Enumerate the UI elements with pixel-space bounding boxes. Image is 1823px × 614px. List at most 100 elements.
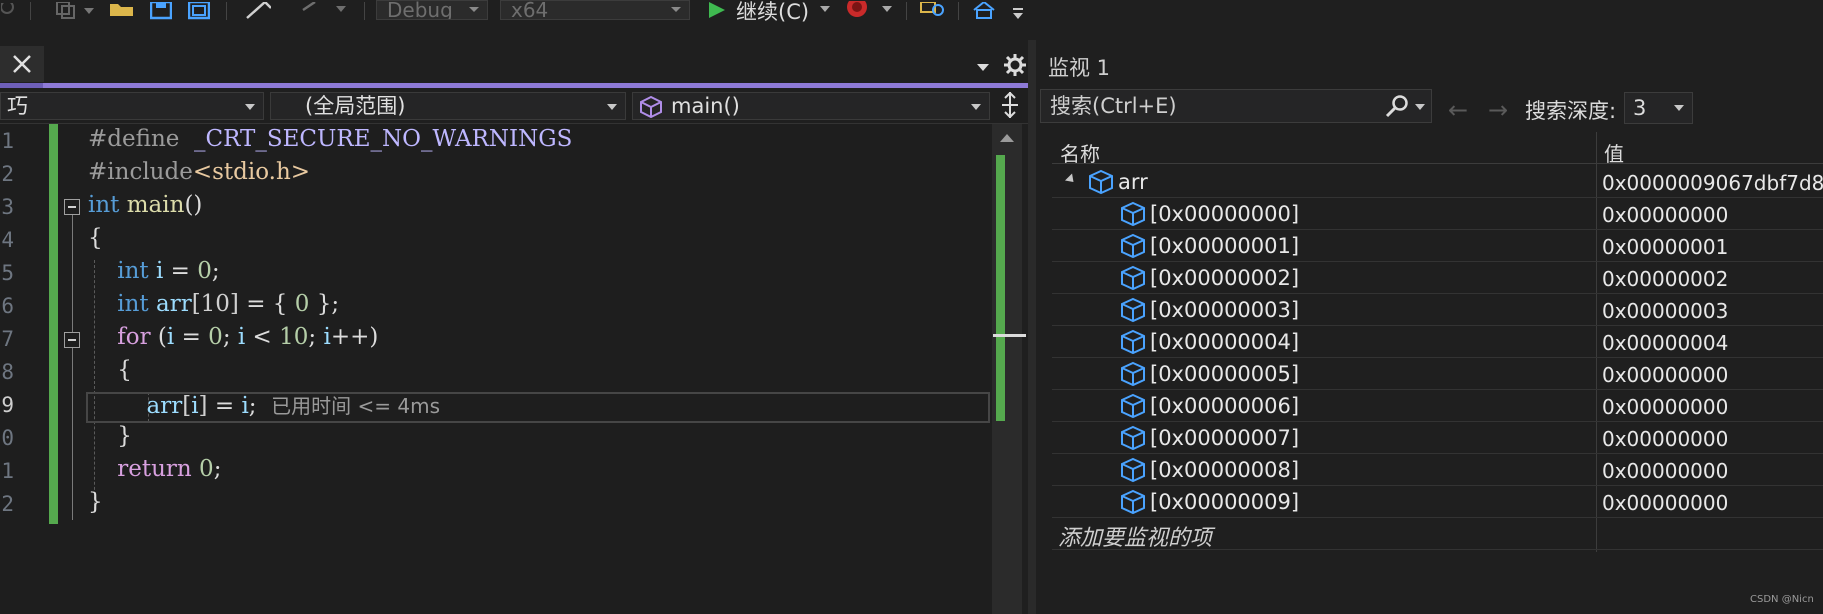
- home-icon[interactable]: [970, 0, 1000, 22]
- variable: arr: [155, 291, 192, 317]
- hot-reload-dropdown-icon[interactable]: [880, 0, 894, 22]
- watch-panel-title: 监视 1: [1048, 56, 1111, 80]
- variable-cube-icon: [1121, 425, 1145, 451]
- collapse-toggle[interactable]: [64, 199, 80, 215]
- punctuation: ;: [211, 258, 220, 284]
- solution-platform-value: x64: [511, 0, 549, 20]
- redo-arrow-icon[interactable]: [300, 0, 330, 22]
- tab-list-dropdown-button[interactable]: [975, 58, 995, 78]
- continue-button-label[interactable]: 继续(C): [736, 0, 809, 26]
- chevron-down-icon: [245, 104, 255, 110]
- search-previous-arrow-icon[interactable]: ←: [1448, 96, 1468, 124]
- line-number: 4: [1, 228, 14, 252]
- preprocessor-directive: #include: [88, 159, 193, 185]
- line-number: 1: [1, 459, 14, 483]
- operator: =: [207, 393, 242, 419]
- watch-item-value[interactable]: 0x00000003: [1602, 299, 1728, 323]
- new-item-dropdown-icon[interactable]: [82, 0, 96, 22]
- variable: arr: [146, 393, 183, 419]
- watch-root-name: arr: [1118, 170, 1148, 194]
- watch-grid-header: [1052, 132, 1823, 164]
- operator: =: [174, 324, 209, 350]
- member-dropdown-value: main(): [671, 94, 740, 118]
- add-watch-item-placeholder[interactable]: 添加要监视的项: [1058, 520, 1212, 552]
- undo-icon[interactable]: [0, 0, 18, 22]
- save-all-icon[interactable]: [186, 0, 212, 22]
- close-tab-button[interactable]: [0, 46, 44, 82]
- number-literal: 0: [294, 291, 310, 317]
- redo-dropdown-icon[interactable]: [334, 0, 348, 22]
- line-number: 8: [1, 360, 14, 384]
- search-icon[interactable]: [1384, 94, 1414, 120]
- watch-root-value[interactable]: 0x0000009067dbf7d8: [1602, 171, 1823, 195]
- line-number: 7: [1, 327, 14, 351]
- punctuation: (): [184, 192, 203, 218]
- split-editor-button[interactable]: [990, 90, 1030, 120]
- collapse-toggle[interactable]: [64, 332, 80, 348]
- code-line-7: for (i = 0; i < 10; i++): [88, 324, 378, 350]
- scroll-up-arrow-icon[interactable]: [1000, 134, 1014, 142]
- operator: <: [245, 324, 280, 350]
- watch-item-value[interactable]: 0x00000000: [1602, 363, 1728, 387]
- column-header-name[interactable]: 名称: [1060, 138, 1100, 167]
- watch-item-value[interactable]: 0x00000002: [1602, 267, 1728, 291]
- perf-tip-elapsed-time[interactable]: 已用时间 <= 4ms: [271, 394, 440, 418]
- find-in-files-icon[interactable]: [918, 0, 948, 22]
- number-literal: 0: [197, 258, 212, 284]
- watch-item-name: [0x00000005]: [1150, 362, 1300, 386]
- operator: =: [163, 258, 198, 284]
- watch-search-input[interactable]: 搜索(Ctrl+E): [1040, 89, 1432, 123]
- search-next-arrow-icon[interactable]: →: [1488, 96, 1508, 124]
- open-folder-icon[interactable]: [108, 0, 136, 22]
- save-icon[interactable]: [148, 0, 174, 22]
- solution-config-dropdown[interactable]: Debug: [376, 0, 488, 20]
- control-keyword: return: [117, 456, 192, 482]
- hot-reload-icon[interactable]: [842, 0, 872, 22]
- preprocessor-directive: #define: [88, 126, 180, 152]
- line-number: 6: [1, 294, 14, 318]
- variable-cube-icon: [1121, 233, 1145, 259]
- watch-item-value[interactable]: 0x00000000: [1602, 427, 1728, 451]
- chevron-down-icon: [607, 104, 617, 110]
- brace: {: [88, 225, 103, 251]
- member-dropdown[interactable]: main(): [632, 92, 990, 120]
- scrollbar-change-marker: [996, 155, 1005, 421]
- search-options-chevron-icon[interactable]: [1415, 104, 1425, 110]
- editor-settings-button[interactable]: [1003, 53, 1027, 77]
- number-literal: 10: [279, 324, 309, 350]
- watch-item-value[interactable]: 0x00000000: [1602, 395, 1728, 419]
- watch-item-value[interactable]: 0x00000001: [1602, 235, 1728, 259]
- solution-platform-dropdown[interactable]: x64: [500, 0, 690, 20]
- watch-item-name: [0x00000008]: [1150, 458, 1300, 482]
- chevron-down-icon: [977, 64, 989, 71]
- watch-item-value[interactable]: 0x00000004: [1602, 331, 1728, 355]
- watch-item-value[interactable]: 0x00000000: [1602, 491, 1728, 515]
- code-line-1: #define _CRT_SECURE_NO_WARNINGS: [88, 126, 572, 152]
- code-line-9: arr[i] = i; 已用时间 <= 4ms: [88, 390, 441, 419]
- line-number: 5: [1, 261, 14, 285]
- code-line-4: {: [88, 225, 103, 251]
- pane-splitter[interactable]: [1028, 40, 1036, 614]
- toolbar-overflow-icon[interactable]: [1008, 0, 1028, 22]
- project-dropdown[interactable]: 巧: [0, 92, 264, 120]
- chevron-down-icon: [971, 104, 981, 110]
- line-number: 1: [1, 129, 14, 153]
- solution-config-value: Debug: [387, 0, 453, 20]
- watch-item-value[interactable]: 0x00000000: [1602, 459, 1728, 483]
- code-line-6: int arr[10] = { 0 };: [88, 291, 339, 317]
- column-header-value[interactable]: 值: [1604, 138, 1624, 167]
- watch-item-name: [0x00000000]: [1150, 202, 1300, 226]
- search-depth-label: 搜索深度:: [1525, 99, 1617, 123]
- new-item-icon[interactable]: [52, 0, 78, 22]
- variable-cube-icon: [1121, 329, 1145, 355]
- continue-play-icon[interactable]: [704, 0, 730, 22]
- function-name: main: [126, 192, 185, 218]
- keyword: int: [117, 258, 149, 284]
- watch-item-value[interactable]: 0x00000000: [1602, 203, 1728, 227]
- editor-navigation-bar: 巧 (全局范围) main(): [0, 88, 1028, 124]
- scope-dropdown[interactable]: (全局范围): [270, 92, 626, 120]
- code-line-8: {: [88, 357, 132, 383]
- undo-arrow-icon[interactable]: [242, 0, 272, 22]
- continue-dropdown-icon[interactable]: [818, 0, 832, 22]
- chevron-down-icon: [469, 7, 479, 12]
